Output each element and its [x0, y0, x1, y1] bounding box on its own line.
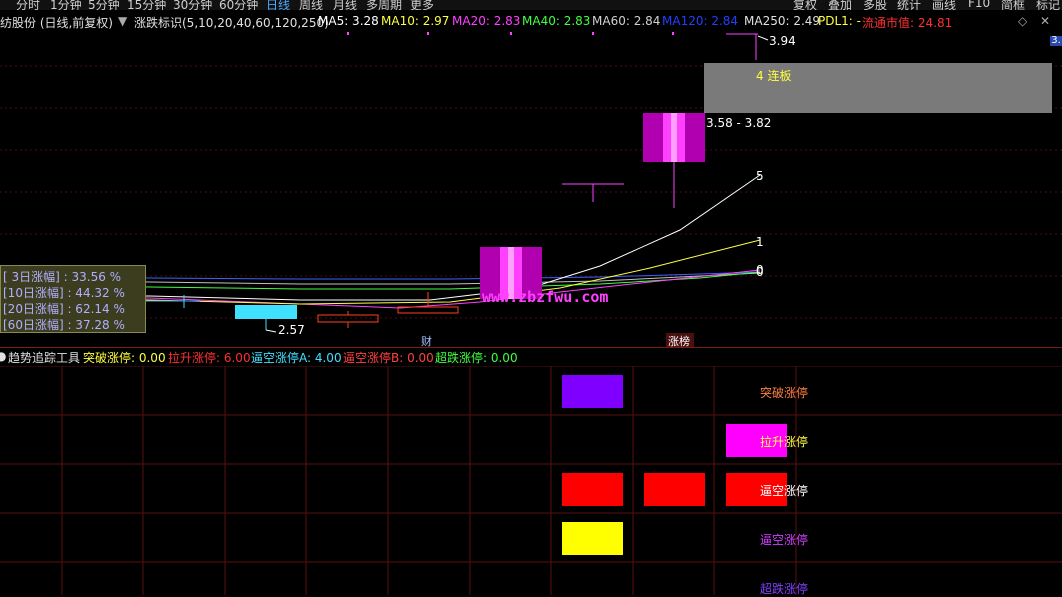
f10-button[interactable]: F10	[968, 0, 990, 10]
indicator-info-bar: 纺股份 (日线,前复权) ▼ 涨跌标识(5,10,20,40,60,120,25…	[0, 12, 1062, 30]
period-tab-15min[interactable]: 15分钟	[127, 0, 166, 10]
ma60-value: MA60: 2.84	[592, 14, 661, 28]
diamond-icon[interactable]: ◇	[1018, 14, 1027, 28]
row-label-lift: 拉升涨停	[760, 435, 809, 449]
limit-up-doji	[562, 183, 624, 202]
kline-chart[interactable]: 3.94 4 连板 3.58 - 3.82 2.57 5 1 0 0 www.z…	[0, 30, 1062, 347]
period-tab-monthly[interactable]: 月线	[333, 0, 357, 10]
period-tab-30min[interactable]: 30分钟	[173, 0, 212, 10]
limit-board-label: 4 连板	[756, 68, 791, 83]
watermark: www.zbzfwu.com	[482, 288, 608, 306]
indicator-value-squeeze-b: 逼空涨停B: 0.00	[343, 351, 434, 365]
draw-line-button[interactable]: 画线	[932, 0, 956, 10]
indicator-name[interactable]: 涨跌标识(5,10,20,40,60,120,250)	[134, 14, 329, 31]
period-tab-multi[interactable]: 多周期	[366, 0, 402, 10]
indicator-value-breakout: 突破涨停: 0.00	[83, 351, 166, 365]
signal-block-breakout	[562, 375, 623, 408]
row-label-breakout: 突破涨停	[760, 386, 809, 400]
panel-divider	[0, 347, 1062, 348]
line-label-1: 1	[756, 235, 764, 249]
period-tab-1min[interactable]: 1分钟	[50, 0, 82, 10]
event-marker-zhangbang: 涨榜	[668, 334, 690, 347]
indicator-value-lift: 拉升涨停: 6.00	[168, 351, 251, 365]
ma40-value: MA40: 2.83	[522, 14, 591, 28]
simple-frame-button[interactable]: 简框	[1001, 0, 1025, 10]
period-tab-daily[interactable]: 日线	[266, 0, 290, 10]
line-label-0b: 0	[756, 265, 764, 279]
row-label-squeeze-b: 逼空涨停	[760, 533, 809, 547]
market-cap-value: 流通市值: 24.81	[862, 16, 953, 30]
ma20-value: MA20: 2.83	[452, 14, 521, 28]
indicator-title[interactable]: 趋势追踪工具	[8, 349, 80, 366]
period-tab-fenshi[interactable]: 分时	[16, 0, 40, 10]
stat-10day: [10日涨幅] : 44.32 %	[3, 286, 125, 300]
mark-button[interactable]: 标记	[1036, 0, 1060, 10]
statistics-button[interactable]: 统计	[897, 0, 921, 10]
ma5-value: MA5: 3.28	[318, 14, 379, 28]
fuquan-button[interactable]: 复权	[793, 0, 817, 10]
chevron-down-icon[interactable]: ▼	[118, 14, 127, 28]
period-tab-60min[interactable]: 60分钟	[219, 0, 258, 10]
row-label-oversold: 超跌涨停	[760, 582, 809, 596]
signal-block-squeeze	[644, 473, 705, 506]
candle-down	[235, 305, 297, 319]
low-price-label: 2.57	[278, 323, 305, 337]
close-icon[interactable]: ✕	[1040, 14, 1050, 28]
stat-3day: [ 3日涨幅] : 33.56 %	[3, 270, 122, 284]
signal-block-squeeze	[562, 473, 623, 506]
stock-title: 纺股份 (日线,前复权)	[0, 16, 113, 30]
pdl1-value: PDL1: -	[818, 14, 861, 28]
gain-stats-box: [ 3日涨幅] : 33.56 % [10日涨幅] : 44.32 % [20日…	[0, 265, 146, 333]
expand-icon[interactable]: ●	[0, 349, 6, 363]
period-toolbar: 分时 1分钟 5分钟 15分钟 30分钟 60分钟 日线 周线 月线 多周期 更…	[0, 0, 1062, 10]
period-tab-weekly[interactable]: 周线	[299, 0, 323, 10]
ma120-value: MA120: 2.84	[662, 14, 739, 28]
row-label-squeeze-a: 逼空涨停	[760, 484, 809, 498]
line-label-5: 5	[756, 169, 764, 183]
indicator-value-oversold: 超跌涨停: 0.00	[435, 351, 518, 365]
signal-block-squeeze-b	[562, 522, 623, 555]
overlay-button[interactable]: 叠加	[828, 0, 852, 10]
multi-stock-button[interactable]: 多股	[863, 0, 887, 10]
stat-60day: [60日涨幅] : 37.28 %	[3, 318, 125, 332]
range-label: 3.58 - 3.82	[706, 116, 771, 130]
indicator-value-squeeze-a: 逼空涨停A: 4.00	[251, 351, 342, 365]
event-marker-cai: 财	[421, 334, 432, 347]
price-axis-tag: 3.	[1050, 36, 1062, 46]
limit-up-doji	[726, 33, 758, 60]
ma10-value: MA10: 2.97	[381, 14, 450, 28]
high-price-label: 3.94	[769, 34, 796, 48]
limit-up-candle	[643, 113, 705, 208]
ma250-value: MA250: 2.49	[744, 14, 821, 28]
stat-20day: [20日涨幅] : 62.14 %	[3, 302, 125, 316]
period-tab-more[interactable]: 更多	[410, 0, 434, 10]
trend-tracking-panel[interactable]	[0, 366, 1062, 595]
period-tab-5min[interactable]: 5分钟	[88, 0, 120, 10]
